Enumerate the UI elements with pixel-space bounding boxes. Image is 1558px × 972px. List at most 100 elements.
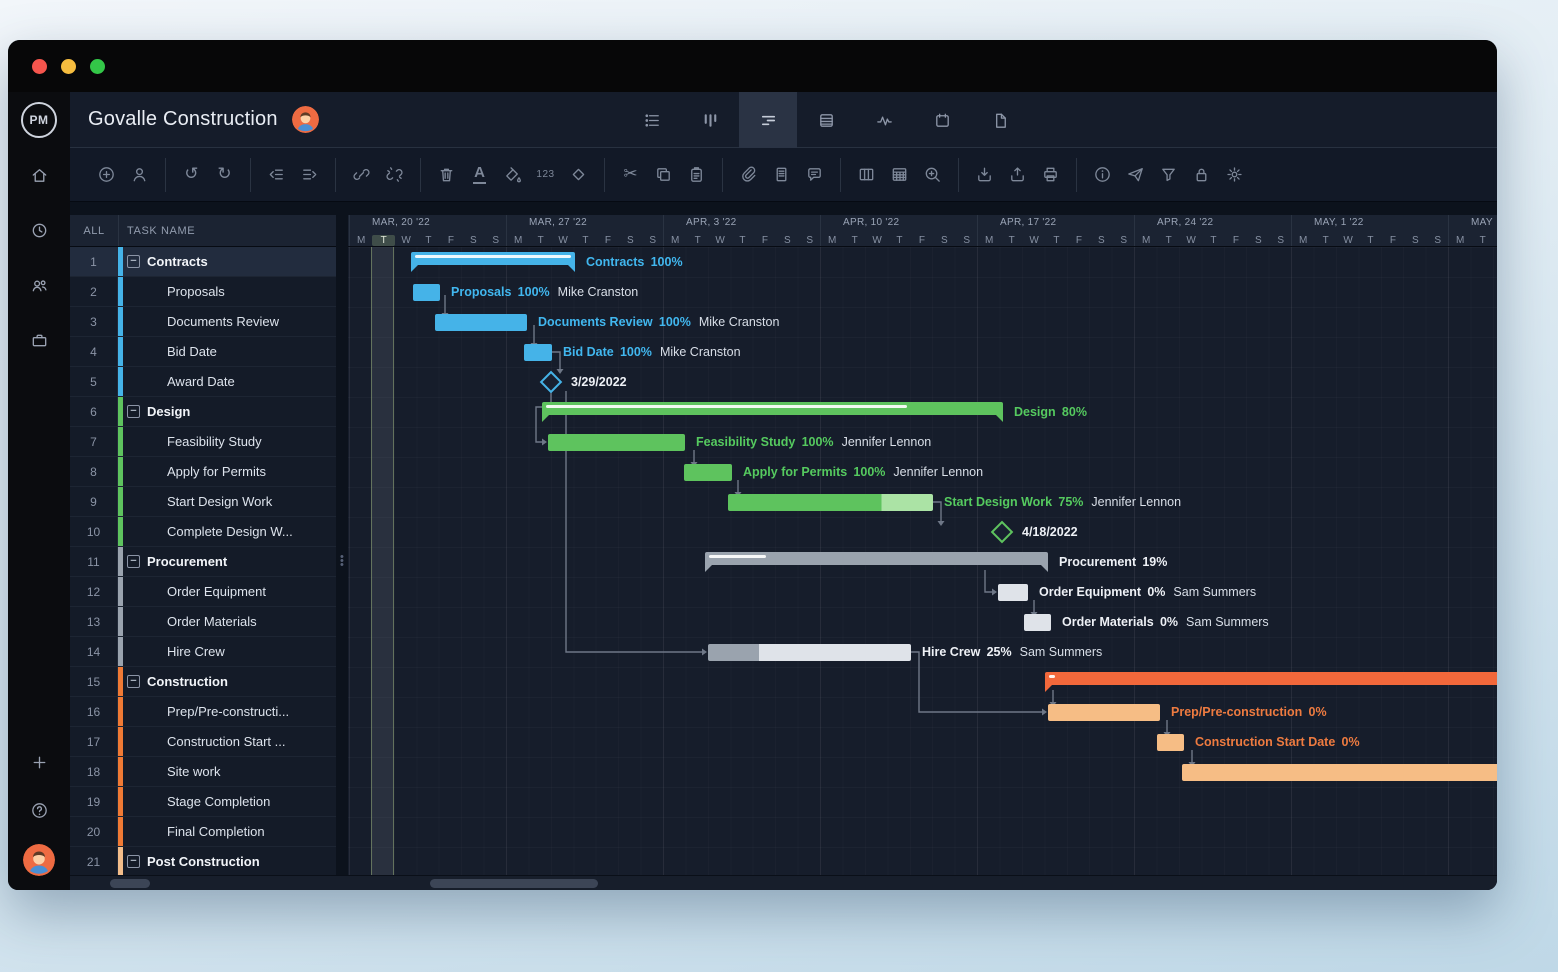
collapse-icon[interactable]: − xyxy=(127,255,140,268)
collapse-icon[interactable]: − xyxy=(127,855,140,868)
settings-icon[interactable] xyxy=(1218,158,1251,192)
text-color-icon[interactable]: A xyxy=(463,158,496,192)
redo-icon[interactable]: ↻ xyxy=(208,158,241,192)
notes-icon[interactable] xyxy=(765,158,798,192)
app-logo[interactable]: PM xyxy=(8,92,70,148)
task-row-4[interactable]: 4Bid Date xyxy=(70,337,336,367)
row-number: 17 xyxy=(70,727,118,756)
number-format-icon[interactable]: 123 xyxy=(529,158,562,192)
collapse-icon[interactable]: − xyxy=(127,555,140,568)
task-row-13[interactable]: 13Order Materials xyxy=(70,607,336,637)
task-row-18[interactable]: 18Site work xyxy=(70,757,336,787)
tab-board[interactable] xyxy=(681,92,739,148)
column-all[interactable]: ALL xyxy=(70,225,118,237)
task-row-14[interactable]: 14Hire Crew xyxy=(70,637,336,667)
task-row-21[interactable]: 21−Post Construction xyxy=(70,847,336,875)
column-task-name[interactable]: TASK NAME xyxy=(118,215,195,246)
copy-icon[interactable] xyxy=(647,158,680,192)
columns-icon[interactable] xyxy=(850,158,883,192)
task-row-11[interactable]: 11−Procurement xyxy=(70,547,336,577)
task-row-19[interactable]: 19Stage Completion xyxy=(70,787,336,817)
table-icon[interactable] xyxy=(883,158,916,192)
task-row-2[interactable]: 2Proposals xyxy=(70,277,336,307)
task-row-5[interactable]: 5Award Date xyxy=(70,367,336,397)
close-button[interactable] xyxy=(32,59,47,74)
task-list-scrollbar[interactable] xyxy=(110,879,150,888)
zoom-in-icon[interactable] xyxy=(916,158,949,192)
task-bar-order-materials[interactable] xyxy=(1024,614,1051,631)
collapse-icon[interactable]: − xyxy=(127,675,140,688)
delete-icon[interactable] xyxy=(430,158,463,192)
rail-help-icon[interactable] xyxy=(8,786,70,834)
outdent-icon[interactable] xyxy=(260,158,293,192)
task-row-6[interactable]: 6−Design xyxy=(70,397,336,427)
share-icon[interactable] xyxy=(1119,158,1152,192)
task-bar-documents-review[interactable] xyxy=(435,314,527,331)
undo-icon[interactable]: ↺ xyxy=(175,158,208,192)
paste-icon[interactable] xyxy=(680,158,713,192)
task-row-17[interactable]: 17Construction Start ... xyxy=(70,727,336,757)
task-bar-prep-pre-construction[interactable] xyxy=(1048,704,1160,721)
tab-calendar[interactable] xyxy=(913,92,971,148)
task-row-10[interactable]: 10Complete Design W... xyxy=(70,517,336,547)
tab-list[interactable] xyxy=(623,92,681,148)
gantt-scrollbar[interactable] xyxy=(430,879,598,888)
row-number: 1 xyxy=(70,247,118,276)
task-row-7[interactable]: 7Feasibility Study xyxy=(70,427,336,457)
task-bar-start-design-work[interactable] xyxy=(728,494,933,511)
panel-resize-handle[interactable]: ••• xyxy=(336,215,348,875)
print-icon[interactable] xyxy=(1034,158,1067,192)
summary-bar-design[interactable] xyxy=(542,402,1003,415)
task-row-3[interactable]: 3Documents Review xyxy=(70,307,336,337)
minimize-button[interactable] xyxy=(61,59,76,74)
task-bar-bid-date[interactable] xyxy=(524,344,552,361)
zoom-button[interactable] xyxy=(90,59,105,74)
task-row-12[interactable]: 12Order Equipment xyxy=(70,577,336,607)
rail-clock-icon[interactable] xyxy=(8,203,70,258)
tab-activity[interactable] xyxy=(855,92,913,148)
rail-home-icon[interactable] xyxy=(8,148,70,203)
cut-icon[interactable]: ✂ xyxy=(614,158,647,192)
task-row-1[interactable]: 1−Contracts xyxy=(70,247,336,277)
tab-gantt[interactable] xyxy=(739,92,797,148)
filter-icon[interactable] xyxy=(1152,158,1185,192)
link-tasks-icon[interactable] xyxy=(345,158,378,192)
task-bar-proposals[interactable] xyxy=(413,284,440,301)
collapse-icon[interactable]: − xyxy=(127,405,140,418)
comment-icon[interactable] xyxy=(798,158,831,192)
indent-icon[interactable] xyxy=(293,158,326,192)
summary-bar-procurement[interactable] xyxy=(705,552,1048,565)
import-icon[interactable] xyxy=(968,158,1001,192)
task-name-label: Construction Start ... xyxy=(123,727,336,756)
task-bar-apply-for-permits[interactable] xyxy=(684,464,732,481)
info-icon[interactable] xyxy=(1086,158,1119,192)
rail-team-icon[interactable] xyxy=(8,258,70,313)
rail-portfolio-icon[interactable] xyxy=(8,313,70,368)
task-row-8[interactable]: 8Apply for Permits xyxy=(70,457,336,487)
task-row-15[interactable]: 15−Construction xyxy=(70,667,336,697)
lock-icon[interactable] xyxy=(1185,158,1218,192)
add-task-icon[interactable] xyxy=(90,158,123,192)
fill-color-icon[interactable] xyxy=(496,158,529,192)
assign-user-icon[interactable] xyxy=(123,158,156,192)
unlink-tasks-icon[interactable] xyxy=(378,158,411,192)
summary-bar-bar[interactable] xyxy=(1045,672,1497,685)
export-icon[interactable] xyxy=(1001,158,1034,192)
summary-bar-contracts[interactable] xyxy=(411,252,575,265)
tab-sheet[interactable] xyxy=(797,92,855,148)
task-bar-feasibility-study[interactable] xyxy=(548,434,685,451)
task-name-label: Start Design Work xyxy=(123,487,336,516)
task-row-16[interactable]: 16Prep/Pre-constructi... xyxy=(70,697,336,727)
project-owner-avatar[interactable] xyxy=(292,106,319,133)
task-row-20[interactable]: 20Final Completion xyxy=(70,817,336,847)
task-row-9[interactable]: 9Start Design Work xyxy=(70,487,336,517)
task-bar-hire-crew[interactable] xyxy=(708,644,911,661)
rail-add-icon[interactable] xyxy=(8,738,70,786)
milestone-icon[interactable] xyxy=(562,158,595,192)
attachment-icon[interactable] xyxy=(732,158,765,192)
task-bar-construction-start-date[interactable] xyxy=(1157,734,1184,751)
task-bar-order-equipment[interactable] xyxy=(998,584,1028,601)
user-avatar[interactable] xyxy=(23,844,55,876)
task-bar-bar[interactable] xyxy=(1182,764,1497,781)
tab-document[interactable] xyxy=(971,92,1029,148)
